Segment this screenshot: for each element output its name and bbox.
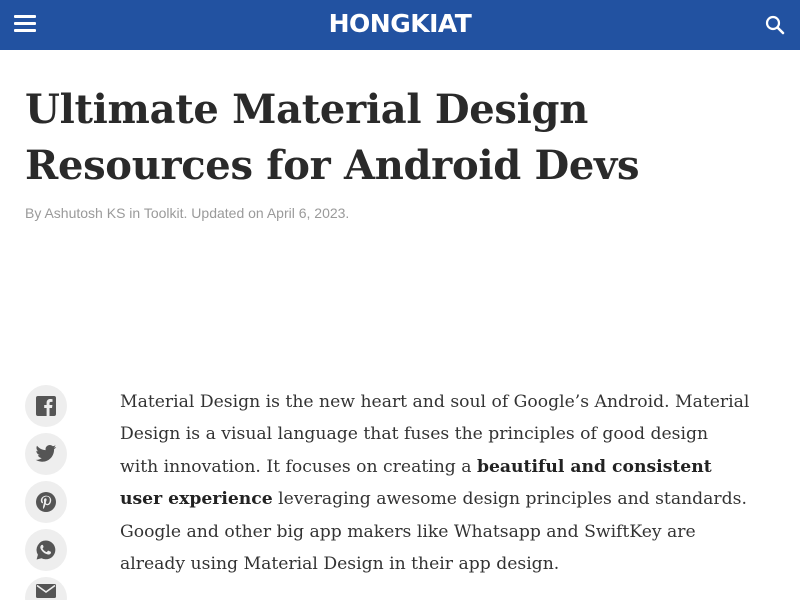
author-link[interactable]: Ashutosh KS: [44, 205, 125, 221]
share-facebook-button[interactable]: [25, 385, 67, 427]
top-navigation-bar: HONGKIAT: [0, 0, 800, 50]
share-pinterest-button[interactable]: [25, 481, 67, 523]
updated-date: . Updated on April 6, 2023.: [183, 205, 350, 221]
search-button[interactable]: [764, 14, 786, 36]
category-link[interactable]: Toolkit: [144, 205, 184, 221]
meta-prefix: By: [25, 205, 45, 221]
meta-in: in: [125, 205, 144, 221]
twitter-icon: [35, 445, 57, 462]
whatsapp-icon: [36, 540, 56, 560]
facebook-icon: [36, 396, 56, 416]
article-title: Ultimate Material Design Resources for A…: [25, 86, 640, 189]
share-whatsapp-button[interactable]: [25, 529, 67, 571]
article-body: Material Design is the new heart and sou…: [120, 386, 750, 580]
email-icon: [36, 584, 56, 598]
site-logo[interactable]: HONGKIAT: [0, 9, 800, 38]
search-icon: [765, 15, 785, 35]
share-twitter-button[interactable]: [25, 433, 67, 475]
article-meta: By Ashutosh KS in Toolkit. Updated on Ap…: [25, 205, 349, 221]
share-email-button[interactable]: [25, 577, 67, 600]
pinterest-icon: [36, 492, 56, 512]
